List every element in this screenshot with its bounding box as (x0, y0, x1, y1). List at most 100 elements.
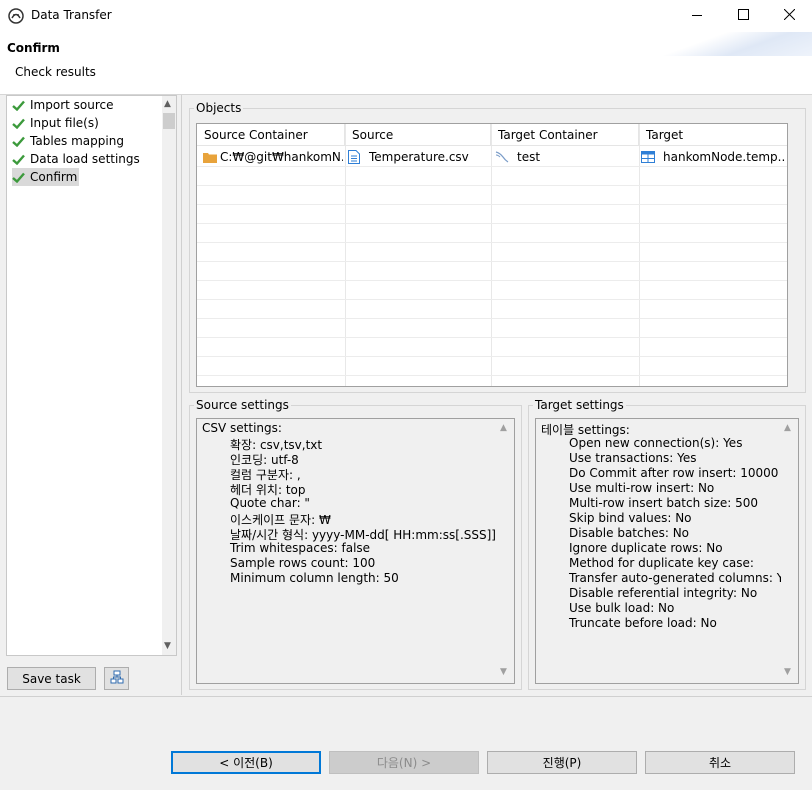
folder-icon (203, 151, 217, 163)
scroll-up-icon[interactable]: ▲ (164, 99, 171, 109)
column-header-target[interactable]: Target (639, 124, 787, 146)
check-icon (12, 100, 30, 111)
nav-item-data-load-settings[interactable]: Data load settings (12, 150, 142, 168)
close-button[interactable] (766, 0, 812, 31)
nav-item-label: Data load settings (30, 152, 140, 166)
page-subtitle: Check results (15, 65, 96, 79)
target-settings-text[interactable]: 테이블 settings: Open new connection(s): Ye… (535, 418, 799, 684)
app-icon (8, 8, 24, 24)
cancel-button[interactable]: 취소 (645, 751, 795, 774)
cell-source-container: C:₩@git₩hankomN... (203, 147, 343, 166)
title-bar: Data Transfer (0, 0, 812, 32)
check-icon (12, 172, 30, 183)
table-grid-line (197, 185, 787, 186)
proceed-button[interactable]: 진행(P) (487, 751, 637, 774)
table-grid-line (197, 375, 787, 376)
header-banner (662, 32, 812, 56)
target-setting-line: Use multi-row insert: No (569, 481, 715, 495)
table-grid-line (197, 204, 787, 205)
target-setting-line: Skip bind values: No (569, 511, 692, 525)
target-setting-line: Disable batches: No (569, 526, 690, 540)
nav-item-tables-mapping[interactable]: Tables mapping (12, 132, 126, 150)
source-settings-text[interactable]: CSV settings: 확장: csv,tsv,txt 인코딩: utf-8 컬… (196, 418, 515, 684)
network-icon (110, 670, 124, 687)
nav-item-input-file-s[interactable]: Input file(s) (12, 114, 101, 132)
cell-source: Temperature.csv (348, 147, 489, 166)
table-grid-line (197, 299, 787, 300)
nav-item-label: Confirm (30, 170, 78, 184)
check-icon (12, 154, 30, 165)
source-setting-line: Sample rows count: 100 (230, 556, 376, 570)
csv-file-icon (348, 149, 360, 164)
table-grid-line (197, 280, 787, 281)
nav-scroll-thumb[interactable] (163, 113, 175, 129)
nav-item-confirm[interactable]: Confirm (12, 168, 80, 186)
task-config-button[interactable] (104, 667, 129, 690)
nav-item-label: Import source (30, 98, 114, 112)
maximize-button[interactable] (720, 0, 766, 31)
nav-scrollbar[interactable]: ▲ ▼ (162, 96, 176, 655)
table-grid-line (197, 242, 787, 243)
save-task-button[interactable]: Save task (7, 667, 96, 690)
target-setting-line: Truncate before load: No (569, 616, 717, 630)
check-icon (12, 118, 30, 129)
target-setting-line: Do Commit after row insert: 10000 (569, 466, 779, 480)
target-setting-line: Method for duplicate key case: (569, 556, 754, 570)
source-settings-scrollbar[interactable]: ▲ ▼ (497, 420, 513, 682)
table-grid-line (197, 318, 787, 319)
window-title: Data Transfer (31, 8, 112, 22)
page-title: Confirm (7, 41, 60, 55)
target-settings-label: Target settings (533, 398, 626, 412)
column-header-target-container[interactable]: Target Container (491, 124, 639, 146)
column-header-source-container[interactable]: Source Container (197, 124, 345, 146)
target-setting-line: Use bulk load: No (569, 601, 675, 615)
target-setting-line: Open new connection(s): Yes (569, 436, 743, 450)
source-setting-line: Minimum column length: 50 (230, 571, 399, 585)
table-grid-line (197, 356, 787, 357)
table-grid-line (197, 223, 787, 224)
next-button[interactable]: 다음(N) > (329, 751, 479, 774)
minimize-icon (692, 9, 702, 23)
table-grid-line (197, 337, 787, 338)
close-icon (783, 8, 795, 23)
nav-item-label: Tables mapping (30, 134, 124, 148)
schema-icon (495, 150, 509, 163)
wizard-header: Confirm Check results (0, 32, 812, 95)
objects-group-label: Objects (194, 101, 244, 115)
nav-item-label: Input file(s) (30, 116, 99, 130)
cell-target: hankomNode.temp... (641, 147, 785, 166)
table-grid-line (197, 261, 787, 262)
source-container-text: C:₩@git₩hankomN... (220, 149, 343, 164)
source-text: Temperature.csv (369, 149, 469, 164)
source-setting-line: Trim whitespaces: false (230, 541, 371, 555)
scroll-up-icon[interactable]: ▲ (500, 423, 507, 433)
source-setting-line: Quote char: " (230, 496, 310, 510)
target-setting-line: Disable referential integrity: No (569, 586, 758, 600)
table-icon (641, 150, 655, 163)
table-grid-line (197, 166, 787, 167)
target-settings-scrollbar[interactable]: ▲ ▼ (781, 420, 797, 682)
check-icon (12, 136, 30, 147)
scroll-down-icon[interactable]: ▼ (500, 667, 507, 677)
target-setting-line: Transfer auto-generated columns: Yes (569, 571, 797, 585)
target-setting-line: Use transactions: Yes (569, 451, 697, 465)
target-setting-line: Multi-row insert batch size: 500 (569, 496, 759, 510)
target-setting-line: Ignore duplicate rows: No (569, 541, 723, 555)
cell-target-container: test (495, 147, 637, 166)
nav-item-import-source[interactable]: Import source (12, 96, 116, 114)
source-settings-label: Source settings (194, 398, 291, 412)
minimize-button[interactable] (674, 0, 720, 31)
source-settings-header: CSV settings: (202, 421, 282, 435)
panel-divider (181, 95, 182, 695)
footer-separator (0, 696, 812, 697)
target-text: hankomNode.temp... (663, 149, 785, 164)
back-button[interactable]: < 이전(B) (171, 751, 321, 774)
target-container-text: test (517, 149, 541, 164)
scroll-down-icon[interactable]: ▼ (784, 667, 791, 677)
scroll-up-icon[interactable]: ▲ (784, 423, 791, 433)
maximize-icon (737, 8, 749, 23)
scroll-down-icon[interactable]: ▼ (164, 641, 171, 651)
column-header-source[interactable]: Source (345, 124, 491, 146)
table-row[interactable]: C:₩@git₩hankomN... Temperature.csv test … (197, 147, 787, 166)
objects-table[interactable]: Source Container Source Target Container… (196, 123, 788, 387)
